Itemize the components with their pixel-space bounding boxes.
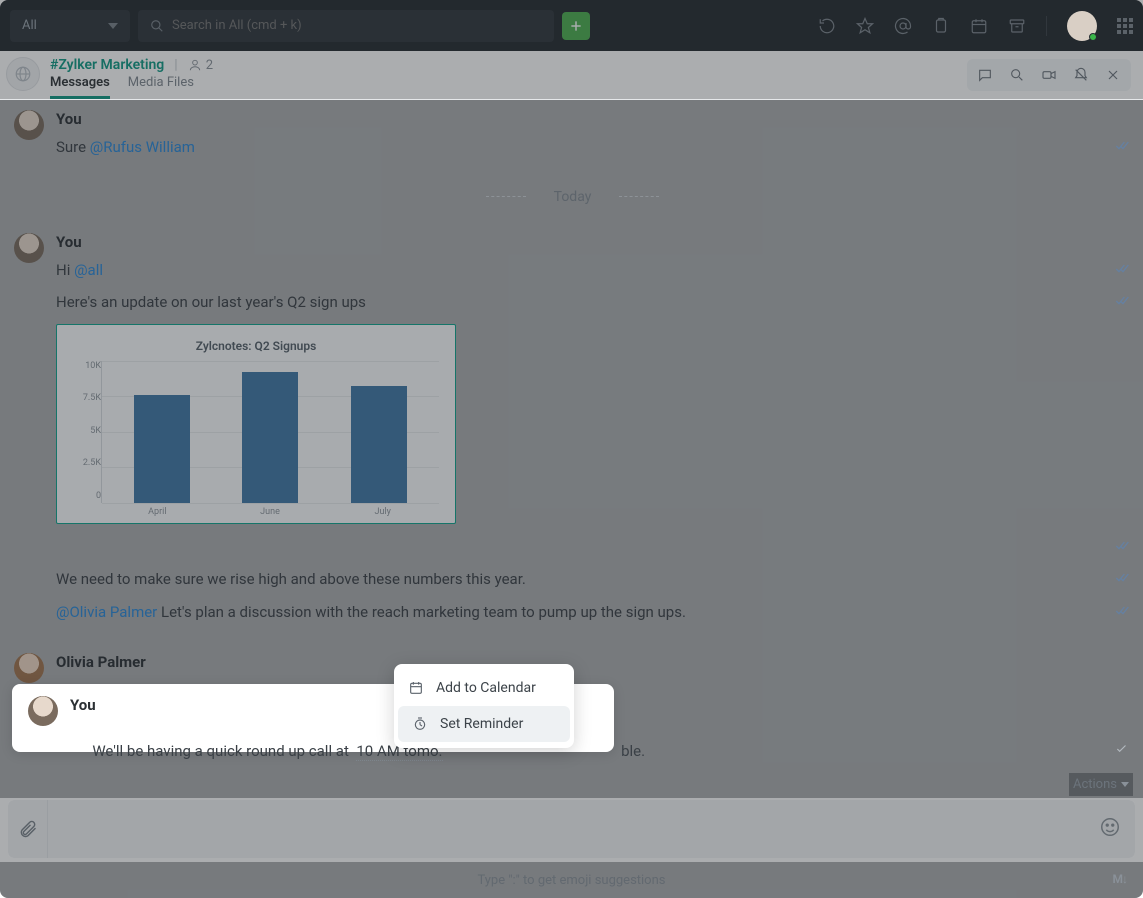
plus-icon xyxy=(569,19,583,33)
mention-icon[interactable] xyxy=(894,17,912,35)
attach-button[interactable] xyxy=(8,800,48,858)
mention[interactable]: @Olivia Palmer xyxy=(56,603,157,621)
text: We need to make sure we rise high and ab… xyxy=(56,568,1115,591)
message-author: Olivia Palmer xyxy=(56,653,1131,671)
star-icon[interactable] xyxy=(856,17,874,35)
actions-label: Actions xyxy=(1073,777,1117,792)
menu-label: Set Reminder xyxy=(440,716,523,732)
scope-label: All xyxy=(22,18,37,33)
avatar[interactable] xyxy=(14,653,44,683)
date-separator: Today xyxy=(14,189,1131,205)
smile-icon xyxy=(1099,816,1121,838)
add-button[interactable] xyxy=(562,12,590,40)
datetime-context-menu: Add to Calendar Set Reminder xyxy=(394,664,574,748)
topbar-icons xyxy=(818,11,1133,41)
chart-title: Zylcnotes: Q2 Signups xyxy=(73,339,439,353)
avatar[interactable] xyxy=(14,233,44,263)
menu-set-reminder[interactable]: Set Reminder xyxy=(398,706,570,742)
footer-hint: Type ":" to get emoji suggestions xyxy=(0,873,1143,888)
chart-x-axis: April June July xyxy=(73,503,439,517)
text: Let's plan a discussion with the reach m… xyxy=(157,603,686,621)
read-receipt-icon xyxy=(1115,536,1131,559)
channel-header: #Zylker Marketing | 2 Messages Media Fil… xyxy=(0,51,1143,100)
read-receipt-icon xyxy=(1115,291,1131,314)
emoji-button[interactable] xyxy=(1099,816,1121,842)
search-input[interactable] xyxy=(172,18,542,33)
chevron-down-icon xyxy=(108,23,118,29)
mention[interactable]: @Rufus William xyxy=(90,138,195,156)
message-author: You xyxy=(56,233,1131,251)
chevron-down-icon xyxy=(1121,782,1129,787)
message: You Sure @Rufus William xyxy=(14,110,1131,169)
sent-receipt-icon xyxy=(1115,740,1129,759)
scope-select[interactable]: All xyxy=(10,10,130,42)
mention[interactable]: @all xyxy=(74,261,103,279)
user-avatar[interactable] xyxy=(1067,11,1097,41)
markdown-icon[interactable]: M↓ xyxy=(1113,872,1128,886)
chart-bar xyxy=(134,395,190,503)
calendar-icon xyxy=(408,680,424,696)
apps-grid-icon[interactable] xyxy=(1117,18,1133,34)
calendar-icon[interactable] xyxy=(970,17,988,35)
message: You Hi @all Here's an update on our last… xyxy=(14,233,1131,634)
chart-bar xyxy=(351,386,407,502)
divider xyxy=(1046,16,1047,36)
chart-bar xyxy=(242,372,298,503)
avatar[interactable] xyxy=(28,696,58,726)
actions-toggle[interactable]: Actions xyxy=(1073,777,1129,792)
menu-label: Add to Calendar xyxy=(436,680,536,696)
history-icon[interactable] xyxy=(818,17,836,35)
date-label: Today xyxy=(554,189,592,205)
paperclip-icon xyxy=(18,818,38,840)
message-composer[interactable] xyxy=(8,800,1135,858)
menu-add-to-calendar[interactable]: Add to Calendar xyxy=(394,670,574,706)
chart-attachment[interactable]: Zylcnotes: Q2 Signups 10K 7.5K 5K 2.5K 0 xyxy=(56,324,456,524)
chart-plot xyxy=(101,361,439,503)
text: Hi xyxy=(56,261,74,279)
text: Here's an update on our last year's Q2 s… xyxy=(56,291,1115,314)
search-icon xyxy=(150,19,164,33)
top-bar: All xyxy=(0,0,1143,51)
read-receipt-icon xyxy=(1115,601,1131,624)
presence-dot xyxy=(1089,33,1097,41)
archive-icon[interactable] xyxy=(1008,17,1026,35)
avatar[interactable] xyxy=(14,110,44,140)
clipboard-icon[interactable] xyxy=(932,17,950,35)
text: We'll be having a quick round up call at xyxy=(92,742,356,760)
reminder-icon xyxy=(412,716,428,732)
message-author: You xyxy=(56,110,1131,128)
chart-y-axis: 10K 7.5K 5K 2.5K 0 xyxy=(73,361,101,503)
read-receipt-icon xyxy=(1115,568,1131,591)
read-receipt-icon xyxy=(1115,136,1131,159)
search-input-wrap[interactable] xyxy=(138,10,554,42)
text: Sure xyxy=(56,138,90,156)
read-receipt-icon xyxy=(1115,259,1131,282)
